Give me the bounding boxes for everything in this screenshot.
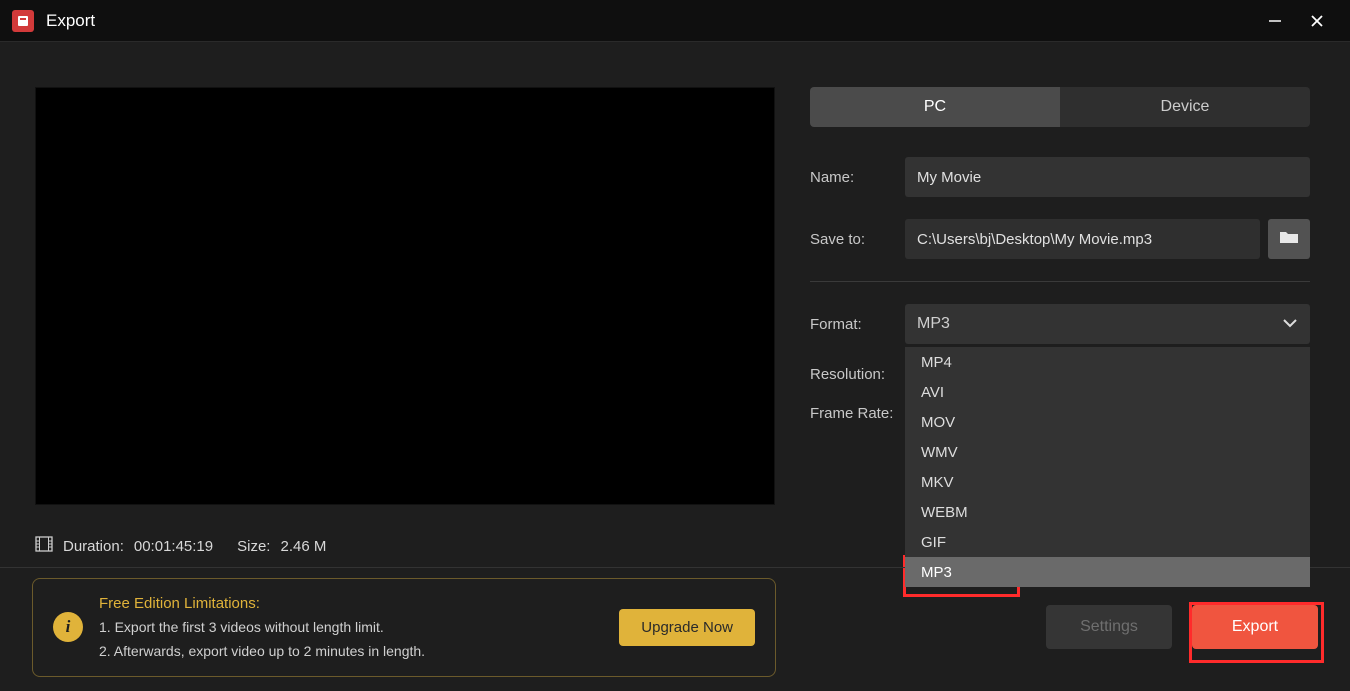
tab-device[interactable]: Device: [1060, 87, 1310, 127]
resolution-label: Resolution:: [810, 366, 905, 383]
format-option-mkv[interactable]: MKV: [905, 467, 1310, 497]
format-value: MP3: [917, 315, 950, 333]
saveto-label: Save to:: [810, 231, 905, 248]
title-bar: Export: [0, 0, 1350, 42]
browse-button[interactable]: [1268, 219, 1310, 259]
media-meta: Duration: 00:01:45:19 Size: 2.46 M: [35, 535, 775, 557]
settings-button[interactable]: Settings: [1046, 605, 1172, 649]
format-select[interactable]: MP3: [905, 304, 1310, 344]
app-icon: [12, 10, 34, 32]
name-input[interactable]: [905, 157, 1310, 197]
tab-pc[interactable]: PC: [810, 87, 1060, 127]
format-dropdown: MP4AVIMOVWMVMKVWEBMGIFMP3: [905, 347, 1310, 587]
window-title: Export: [46, 11, 95, 31]
format-option-avi[interactable]: AVI: [905, 377, 1310, 407]
duration-label: Duration:: [63, 538, 124, 555]
minimize-button[interactable]: [1254, 6, 1296, 36]
export-button[interactable]: Export: [1192, 605, 1318, 649]
folder-icon: [1279, 229, 1299, 250]
info-icon: i: [53, 612, 83, 642]
limitations-line1: 1. Export the first 3 videos without len…: [99, 616, 603, 640]
format-option-mp4[interactable]: MP4: [905, 347, 1310, 377]
video-preview: [35, 87, 775, 505]
duration-value: 00:01:45:19: [134, 538, 213, 555]
limitations-card: i Free Edition Limitations: 1. Export th…: [32, 578, 776, 677]
size-value: 2.46 M: [280, 538, 326, 555]
close-button[interactable]: [1296, 6, 1338, 36]
chevron-down-icon: [1282, 315, 1298, 333]
limitations-line2: 2. Afterwards, export video up to 2 minu…: [99, 640, 603, 664]
format-option-webm[interactable]: WEBM: [905, 497, 1310, 527]
format-option-mp3[interactable]: MP3: [905, 557, 1310, 587]
upgrade-button[interactable]: Upgrade Now: [619, 609, 755, 646]
saveto-input[interactable]: [905, 219, 1260, 259]
divider: [810, 281, 1310, 282]
format-option-mov[interactable]: MOV: [905, 407, 1310, 437]
format-label: Format:: [810, 316, 905, 333]
limitations-title: Free Edition Limitations:: [99, 591, 603, 617]
film-icon: [35, 535, 53, 557]
format-option-gif[interactable]: GIF: [905, 527, 1310, 557]
framerate-label: Frame Rate:: [810, 405, 905, 422]
format-option-wmv[interactable]: WMV: [905, 437, 1310, 467]
size-label: Size:: [237, 538, 270, 555]
name-label: Name:: [810, 169, 905, 186]
